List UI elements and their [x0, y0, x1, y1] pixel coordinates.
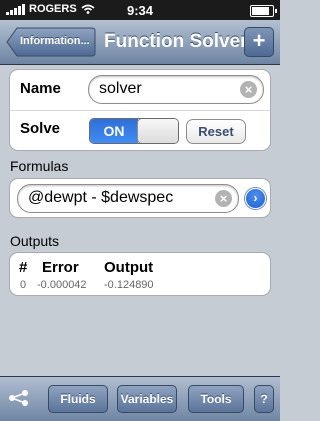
back-button[interactable]: Information... — [6, 27, 96, 57]
formula-group: @dewpt - $dewspec × › — [9, 178, 271, 218]
clock: 9:34 — [126, 3, 154, 18]
reset-button[interactable]: Reset — [186, 119, 246, 144]
clear-formula-icon[interactable]: × — [215, 190, 232, 207]
column-header-index: # — [19, 259, 28, 276]
toggle-on-label: ON — [90, 119, 138, 143]
name-label: Name — [20, 80, 61, 97]
solve-label: Solve — [20, 120, 61, 137]
name-input-value: solver — [99, 80, 142, 97]
toggle-knob — [137, 119, 178, 143]
solve-row: Solve ON Reset — [10, 111, 270, 151]
solve-toggle[interactable]: ON — [89, 118, 179, 144]
page-title: Function Solver — [104, 31, 248, 52]
column-header-output: Output — [104, 259, 154, 276]
tools-button[interactable]: Tools — [188, 385, 244, 413]
back-button-label: Information... — [20, 35, 90, 47]
help-button[interactable]: ? — [254, 385, 274, 413]
formula-input[interactable]: @dewpt - $dewspec × — [17, 184, 239, 213]
name-row: Name solver × — [10, 70, 270, 110]
fluids-button[interactable]: Fluids — [48, 385, 108, 413]
column-header-error: Error — [42, 259, 79, 276]
outputs-table: # Error Output 0 -0.000042 -0.124890 — [9, 252, 271, 296]
bottom-toolbar: Fluids Variables Tools ? — [0, 376, 280, 421]
clear-name-icon[interactable]: × — [240, 81, 257, 98]
formula-input-value: @dewpt - $dewspec — [28, 189, 174, 206]
output-index-cell: 0 — [20, 279, 27, 291]
add-button[interactable]: + — [244, 27, 274, 57]
variables-button[interactable]: Variables — [117, 385, 177, 413]
formula-detail-icon[interactable]: › — [245, 188, 266, 209]
network-icon[interactable] — [8, 389, 30, 407]
navigation-bar: Information... Function Solver + — [0, 20, 280, 65]
solver-settings-group: Name solver × Solve ON Reset — [9, 69, 271, 151]
formulas-header: Formulas — [10, 158, 69, 174]
output-value-cell: -0.124890 — [104, 279, 154, 291]
name-input[interactable]: solver × — [88, 75, 264, 104]
battery-icon — [250, 5, 277, 17]
outputs-header: Outputs — [10, 233, 60, 249]
output-error-cell: -0.000042 — [37, 279, 87, 291]
status-bar: ROGERS 9:34 — [0, 0, 280, 20]
